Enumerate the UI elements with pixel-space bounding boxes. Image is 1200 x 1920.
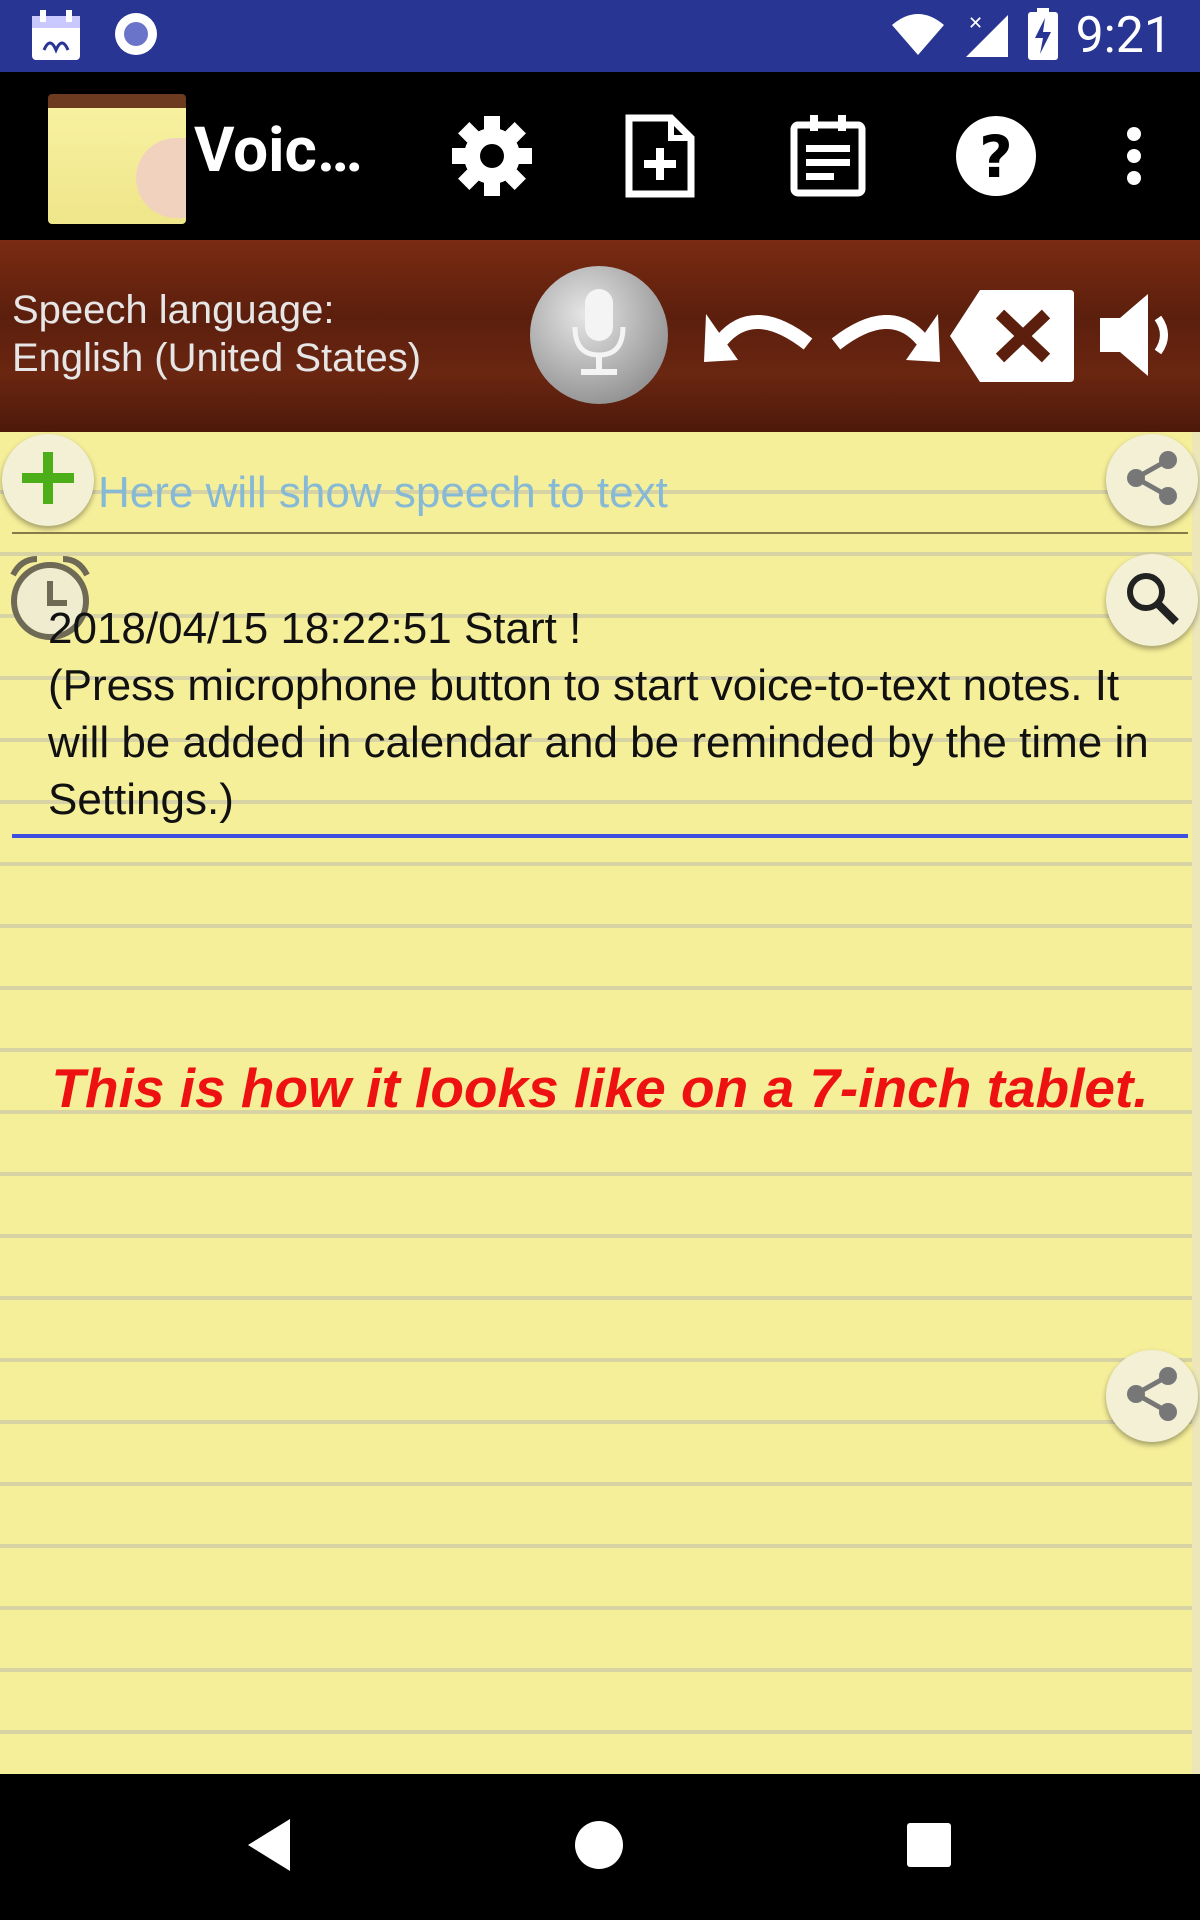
settings-icon xyxy=(450,114,534,202)
app-bar: Voice… ? xyxy=(0,72,1200,240)
speech-language[interactable]: Speech language: English (United States) xyxy=(12,286,421,382)
system-nav-bar xyxy=(0,1774,1200,1920)
new-note-icon xyxy=(625,114,695,202)
app-title: Voice… xyxy=(194,114,394,187)
help-icon: ? xyxy=(955,115,1037,201)
settings-button[interactable] xyxy=(444,110,540,206)
cell-signal-icon: ✕ xyxy=(964,9,1010,63)
recents-button[interactable] xyxy=(884,1802,974,1892)
back-icon xyxy=(244,1817,294,1877)
speaker-button[interactable] xyxy=(1098,290,1178,384)
undo-button[interactable] xyxy=(704,300,814,374)
notes-list-button[interactable] xyxy=(780,110,876,206)
share-icon xyxy=(1122,1364,1182,1428)
plus-icon xyxy=(20,450,76,510)
notes-list-icon xyxy=(790,115,866,201)
help-button[interactable]: ? xyxy=(948,110,1044,206)
redo-button[interactable] xyxy=(830,300,940,374)
record-indicator-icon xyxy=(112,10,160,66)
speech-language-value: English (United States) xyxy=(12,336,422,380)
back-button[interactable] xyxy=(224,1802,314,1892)
speech-control-bar: Speech language: English (United States) xyxy=(0,240,1200,432)
microphone-button[interactable] xyxy=(530,266,668,404)
share-icon xyxy=(1122,448,1182,512)
undo-icon xyxy=(704,314,814,374)
svg-text:✕: ✕ xyxy=(968,13,983,34)
battery-charging-icon xyxy=(1027,8,1058,64)
speech-language-label: Speech language: xyxy=(12,288,335,332)
note-entry[interactable]: 2018/04/15 18:22:51 Start ! (Press micro… xyxy=(48,600,1168,828)
share-bottom-button[interactable] xyxy=(1106,1350,1198,1442)
recents-icon xyxy=(906,1822,952,1872)
clear-icon xyxy=(950,290,1076,388)
status-time: 9:21 xyxy=(1075,7,1172,65)
add-note-button[interactable] xyxy=(2,434,94,526)
speaker-icon xyxy=(1098,294,1178,384)
home-button[interactable] xyxy=(554,1802,644,1892)
status-left-icons xyxy=(30,10,160,66)
note-timestamp-line: 2018/04/15 18:22:51 Start ! xyxy=(48,604,582,653)
app-logo xyxy=(48,94,186,224)
overflow-menu-button[interactable] xyxy=(1086,110,1182,206)
svg-text:?: ? xyxy=(979,123,1013,191)
new-note-button[interactable] xyxy=(612,110,708,206)
home-icon xyxy=(574,1820,624,1874)
status-right-icons: ✕ 9:21 xyxy=(890,6,1172,66)
status-bar: ✕ 9:21 xyxy=(0,0,1200,72)
microphone-icon xyxy=(569,287,629,383)
redo-icon xyxy=(830,314,940,374)
promo-banner-text: This is how it looks like on a 7-inch ta… xyxy=(51,1057,1149,1119)
clear-button[interactable] xyxy=(950,288,1076,388)
overflow-menu-icon xyxy=(1124,126,1144,190)
note-body: (Press microphone button to start voice-… xyxy=(48,661,1149,824)
note-underline xyxy=(12,834,1188,838)
app-logo-face xyxy=(136,138,186,218)
share-button[interactable] xyxy=(1106,434,1198,526)
calendar-notification-icon xyxy=(30,10,82,66)
input-underline xyxy=(12,532,1188,534)
speech-text-placeholder[interactable]: Here will show speech to text xyxy=(98,468,668,518)
wifi-icon xyxy=(890,11,946,61)
